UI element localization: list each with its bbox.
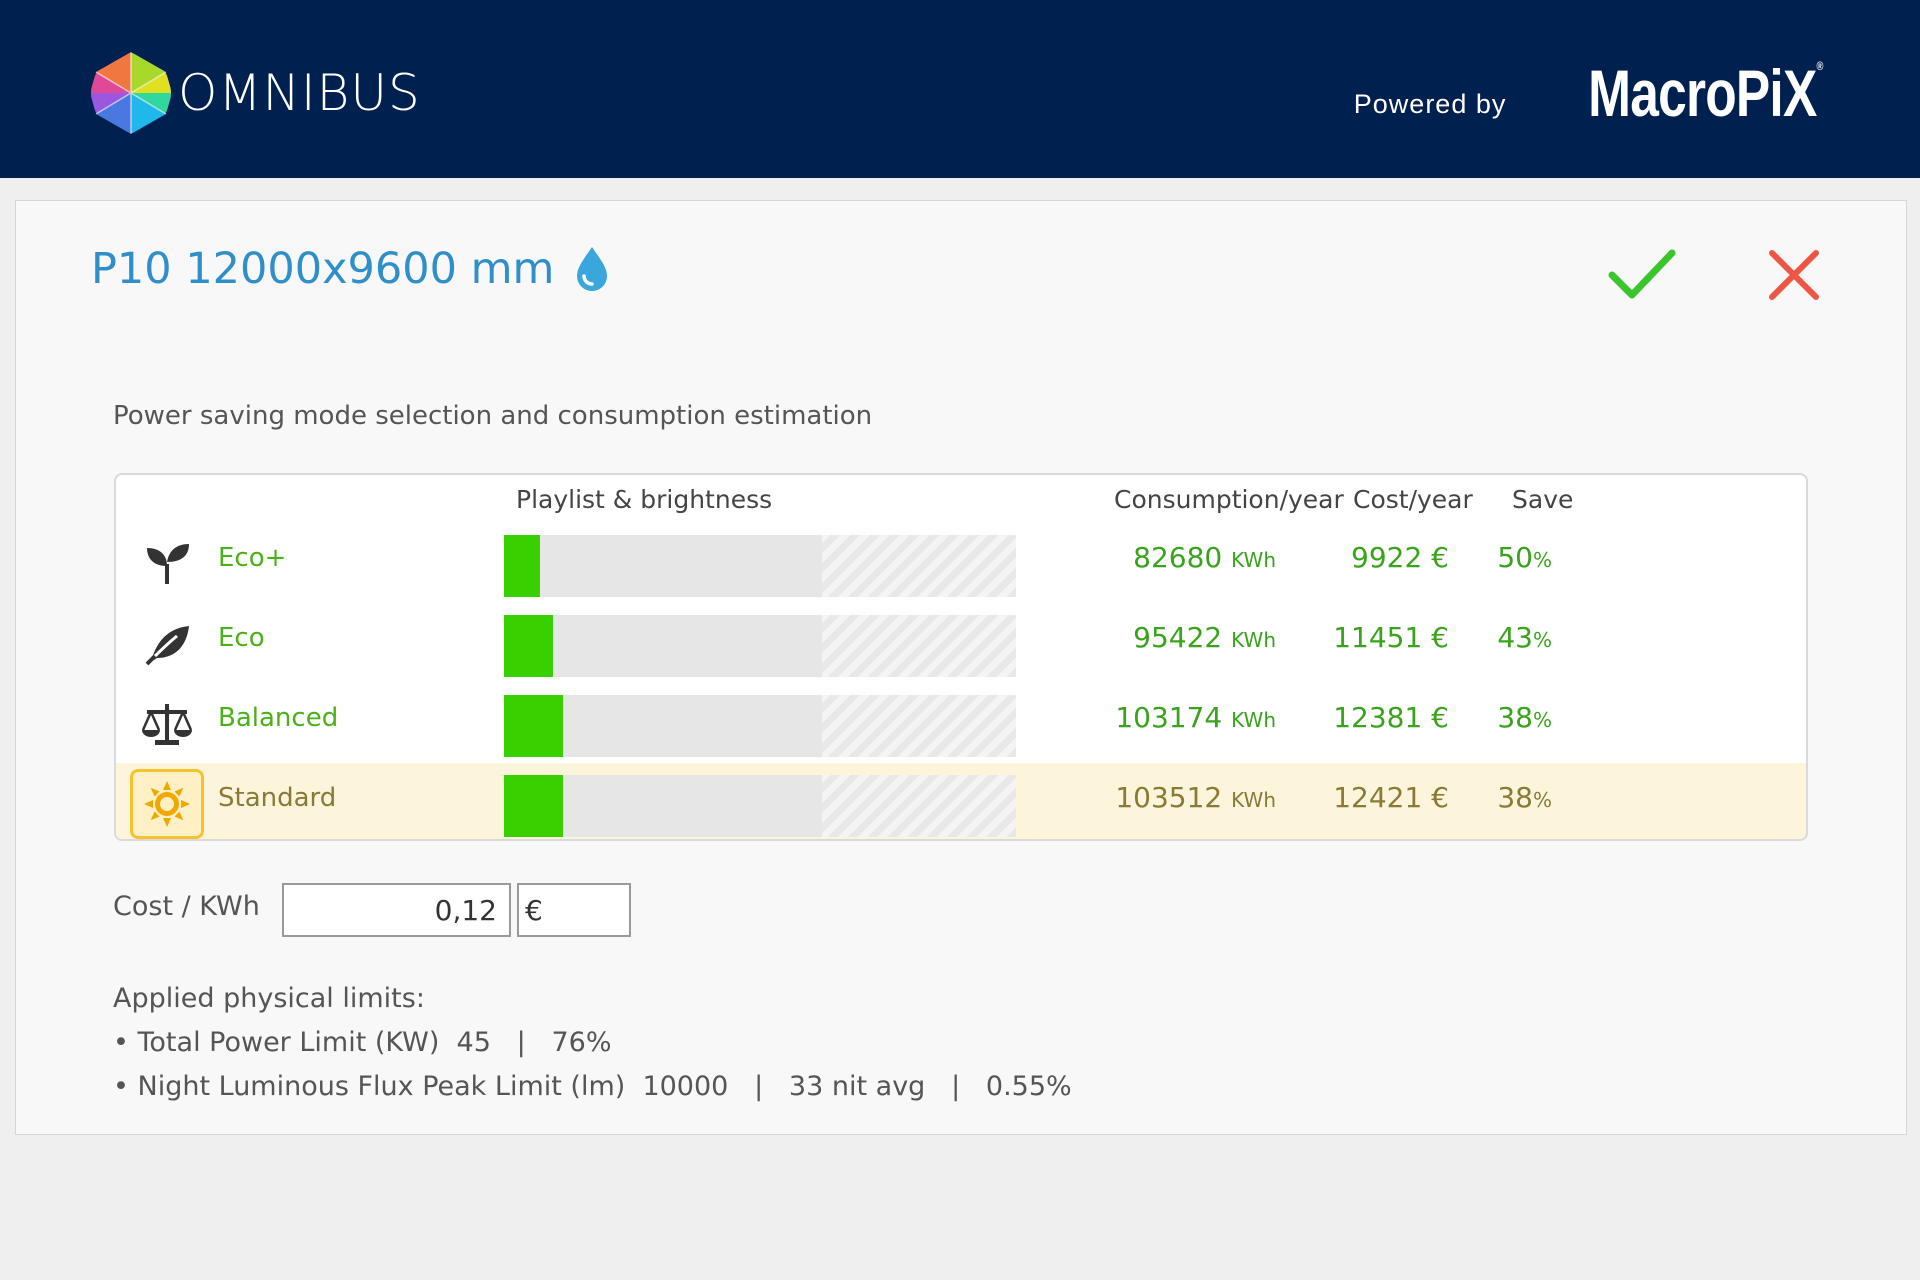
column-header-save: Save <box>1512 485 1574 514</box>
brightness-fill <box>504 615 553 677</box>
powered-by: Powered by MacroPiX® <box>1353 59 1824 126</box>
consumption-unit: KWh <box>1231 788 1276 812</box>
leaf-icon <box>130 609 204 679</box>
cost-value: 12381 € <box>1333 701 1449 734</box>
brightness-bar <box>504 695 1016 757</box>
consumption-unit: KWh <box>1231 548 1276 572</box>
checkmark-icon[interactable] <box>1606 245 1678 305</box>
night-flux-limit: • Night Luminous Flux Peak Limit (lm) 10… <box>113 1071 1072 1102</box>
mode-table: Playlist & brightness Consumption/year C… <box>114 473 1808 841</box>
save-number: 50 <box>1497 541 1533 574</box>
sun-icon <box>130 769 204 839</box>
brightness-bar <box>504 535 1016 597</box>
save-number: 38 <box>1497 701 1533 734</box>
mode-row-eco-plus[interactable]: Eco+ 82680 KWh 9922 € 50% <box>116 523 1806 603</box>
omnibus-logo: OMNIBUS <box>90 52 421 134</box>
water-drop-icon <box>577 247 608 291</box>
cost-value: 12421 € <box>1333 781 1449 814</box>
save-value: 38% <box>1497 701 1552 734</box>
brand-name: MacroPiX <box>1588 56 1818 130</box>
consumption-unit: KWh <box>1231 708 1276 732</box>
powered-by-label: Powered by <box>1353 89 1507 119</box>
save-unit: % <box>1532 628 1552 652</box>
mode-row-standard[interactable]: Standard 103512 KWh 12421 € 38% <box>116 763 1806 839</box>
consumption-value: 103174 KWh <box>1115 701 1276 734</box>
consumption-number: 95422 <box>1133 621 1223 654</box>
brightness-fill <box>504 535 540 597</box>
mode-label: Eco <box>218 623 265 653</box>
mode-label: Balanced <box>218 703 339 733</box>
balance-scale-icon <box>130 689 204 759</box>
save-unit: % <box>1532 788 1552 812</box>
app-header: OMNIBUS Powered by MacroPiX® <box>0 0 1920 178</box>
cost-per-kwh-label: Cost / KWh <box>113 891 260 922</box>
save-value: 43% <box>1497 621 1552 654</box>
mode-row-eco[interactable]: Eco 95422 KWh 11451 € 43% <box>116 603 1806 683</box>
column-header-consumption: Consumption/year <box>1114 485 1344 514</box>
save-value: 38% <box>1497 781 1552 814</box>
save-value: 50% <box>1497 541 1552 574</box>
consumption-value: 95422 KWh <box>1133 621 1276 654</box>
dialog-subtitle: Power saving mode selection and consumpt… <box>113 401 873 431</box>
cost-value: 9922 € <box>1351 541 1449 574</box>
bar-limit-hatch <box>822 535 1016 597</box>
consumption-value: 82680 KWh <box>1133 541 1276 574</box>
registered-mark: ® <box>1816 59 1824 73</box>
brightness-fill <box>504 775 563 837</box>
sprout-icon <box>130 529 204 599</box>
save-unit: % <box>1532 548 1552 572</box>
save-number: 43 <box>1497 621 1533 654</box>
limits-title: Applied physical limits: <box>113 983 425 1014</box>
cost-per-kwh-input[interactable] <box>282 883 511 937</box>
omnibus-logo-icon <box>91 52 171 134</box>
mode-label: Eco+ <box>218 543 287 573</box>
bar-limit-hatch <box>822 695 1016 757</box>
power-saving-dialog: P10 12000x9600 mm Power saving mode sele… <box>15 200 1907 1135</box>
consumption-value: 103512 KWh <box>1115 781 1276 814</box>
brightness-bar <box>504 775 1016 837</box>
brightness-fill <box>504 695 563 757</box>
app-name: OMNIBUS <box>178 64 421 122</box>
consumption-number: 103512 <box>1115 781 1223 814</box>
total-power-limit: • Total Power Limit (KW) 45 | 76% <box>113 1027 612 1058</box>
bar-limit-hatch <box>822 775 1016 837</box>
bar-limit-hatch <box>822 615 1016 677</box>
dialog-title: P10 12000x9600 mm <box>91 244 610 294</box>
save-unit: % <box>1532 708 1552 732</box>
consumption-number: 82680 <box>1133 541 1223 574</box>
consumption-unit: KWh <box>1231 628 1276 652</box>
save-number: 38 <box>1497 781 1533 814</box>
close-icon[interactable] <box>1766 247 1822 303</box>
currency-input[interactable] <box>517 883 631 937</box>
mode-row-balanced[interactable]: Balanced 103174 KWh 12381 € 38% <box>116 683 1806 763</box>
mode-label: Standard <box>218 783 337 813</box>
cost-value: 11451 € <box>1333 621 1449 654</box>
dialog-title-text: P10 12000x9600 mm <box>91 244 555 294</box>
column-header-cost: Cost/year <box>1353 485 1473 514</box>
brand-logo: MacroPiX® <box>1589 59 1824 126</box>
consumption-number: 103174 <box>1115 701 1223 734</box>
brightness-bar <box>504 615 1016 677</box>
column-header-playlist: Playlist & brightness <box>516 485 773 514</box>
